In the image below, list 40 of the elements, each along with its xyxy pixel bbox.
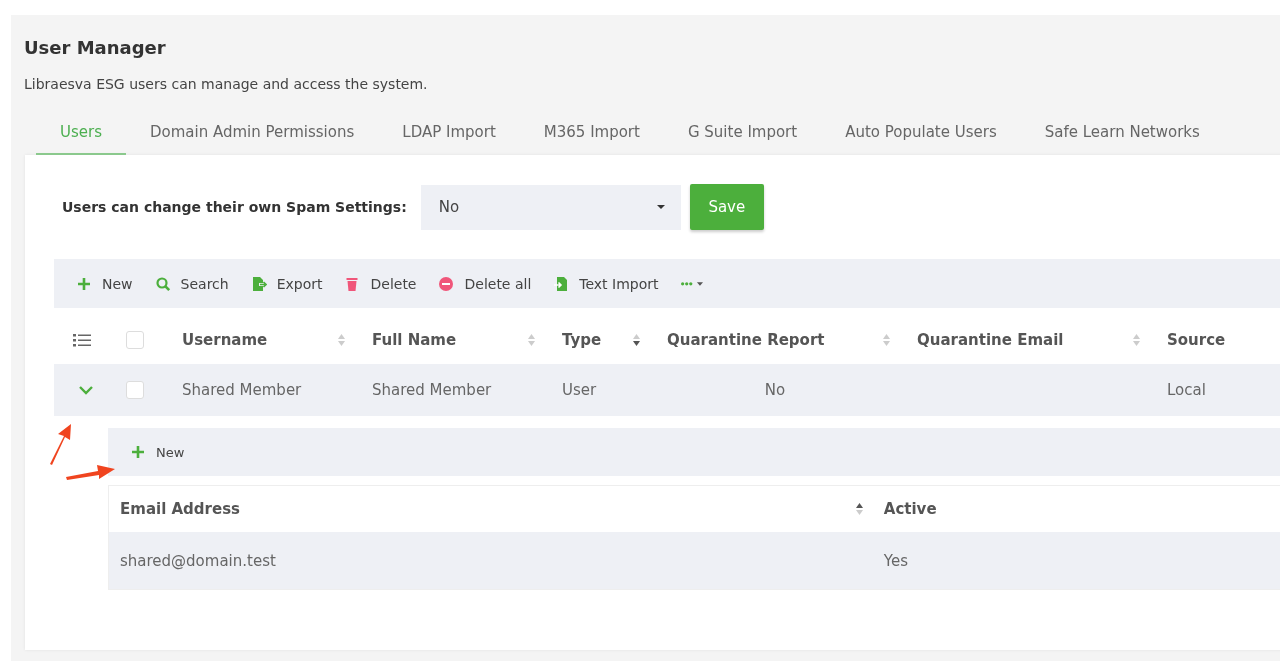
tab[interactable]: G Suite Import [663,116,822,155]
plus-icon [130,444,146,460]
toolbar-button[interactable]: New [130,442,185,462]
page-description: Libraesva ESG users can manage and access the system. [24,76,429,92]
toolbar-button[interactable]: Text Import [553,273,659,294]
toolbar-button[interactable]: Export [250,273,323,294]
file-export-icon [250,275,267,292]
list-icon [73,333,91,347]
toolbar-button[interactable]: Search [154,273,229,294]
column-header[interactable]: Active [872,485,1280,532]
checkbox[interactable] [126,331,144,349]
column-header[interactable]: Email Address [108,485,873,532]
table-cell: User [562,381,597,399]
table-cell: shared@domain.test [120,551,276,570]
dropdown[interactable]: No [420,184,681,230]
table-cell: Shared Member [182,381,302,399]
more-button[interactable] [680,279,703,288]
file-import-icon [553,275,570,292]
trash-icon [344,275,361,292]
table-cell: Local [1167,381,1206,399]
tab[interactable]: Domain Admin Permissions [126,116,379,155]
minus-circle-icon [438,275,455,292]
caret-icon [656,205,665,209]
tab[interactable]: LDAP Import [378,116,520,155]
table-cell: Yes [883,551,908,570]
toolbar-button[interactable]: New [76,273,133,294]
table-cell: No [764,381,786,399]
toolbar-button[interactable]: Delete all [438,273,532,294]
setting-label: Users can change their own Spam Settings: [62,199,407,215]
table-cell: Shared Member [372,381,492,399]
tab[interactable]: M365 Import [519,116,664,155]
more-icon [680,281,703,286]
search-icon [154,275,171,292]
checkbox[interactable] [126,381,144,399]
toolbar-button[interactable]: Delete [344,273,417,294]
tab[interactable]: Auto Populate Users [821,116,1021,155]
page-title: User Manager [24,37,167,58]
tab[interactable]: Safe Learn Networks [1020,116,1224,155]
plus-icon [76,275,92,292]
chevron-down-icon[interactable] [78,385,94,395]
